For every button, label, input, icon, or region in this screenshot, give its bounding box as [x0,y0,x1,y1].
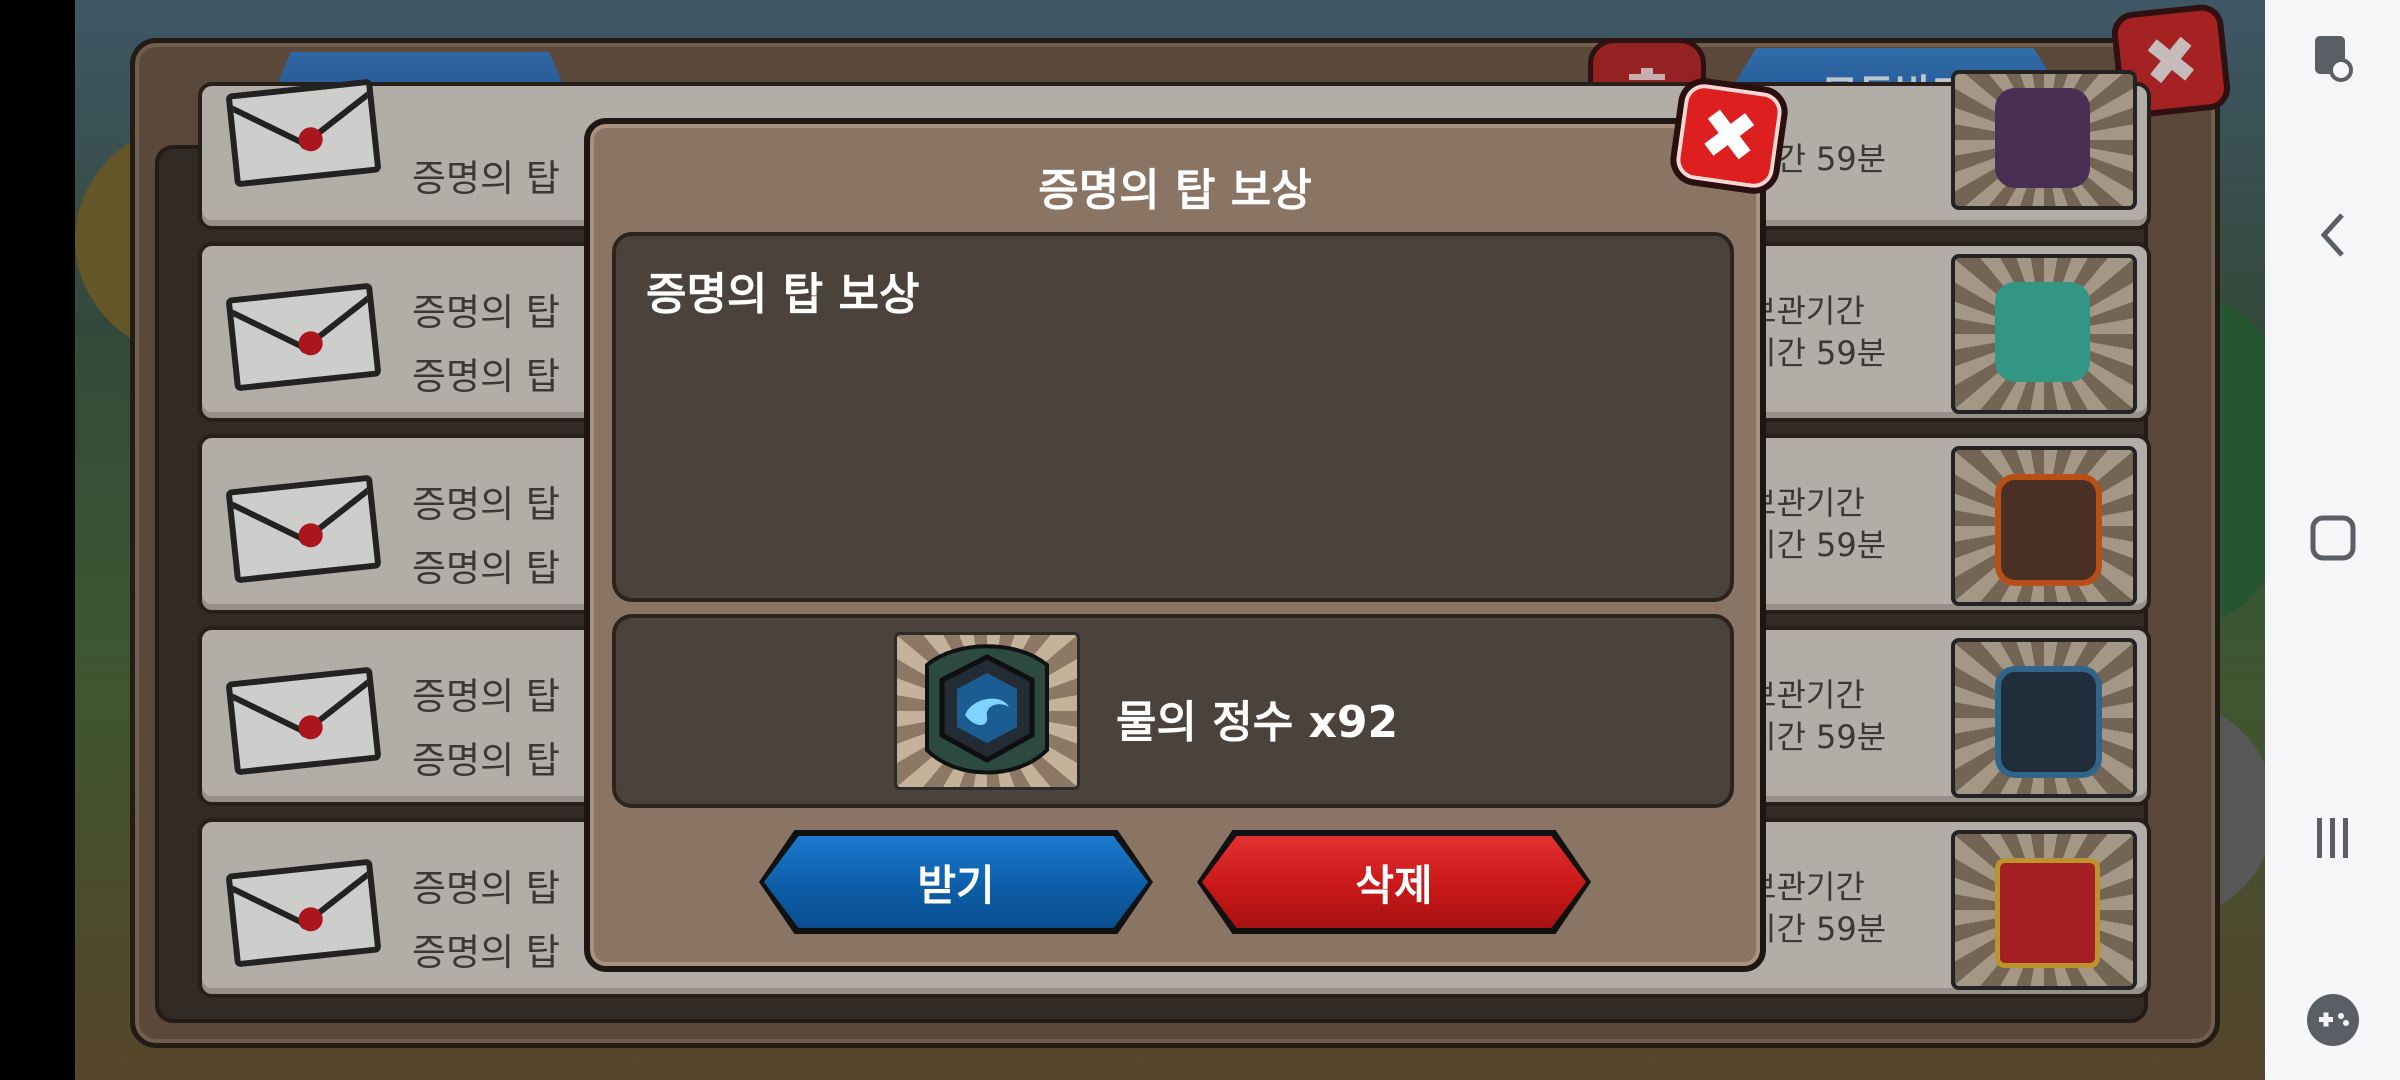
water-essence-icon [894,632,1080,790]
back-icon[interactable] [2265,205,2400,269]
reward-box: 물의 정수 x92 [612,614,1734,808]
delete-button[interactable]: 삭제 [1202,836,1586,928]
touch-mode-icon[interactable] [2265,30,2400,90]
recent-apps-icon[interactable] [2265,810,2400,870]
home-icon[interactable] [2265,510,2400,570]
game-tools-icon[interactable] [2265,990,2400,1054]
popup-message: 증명의 탑 보상 [646,269,920,320]
system-nav-bar [2265,0,2400,1080]
reward-popup: 증명의 탑 보상 증명의 탑 보상 물의 정수 x92 받기 삭제 [584,118,1766,972]
close-popup-button[interactable]: ✖ [1667,74,1791,198]
popup-title: 증명의 탑 보상 [1038,165,1312,216]
popup-message-box: 증명의 탑 보상 [612,232,1734,602]
receive-button[interactable]: 받기 [764,836,1148,928]
reward-label: 물의 정수 x92 [1116,697,1399,748]
left-letterbox [0,0,75,1080]
close-icon: ✖ [1694,91,1764,181]
